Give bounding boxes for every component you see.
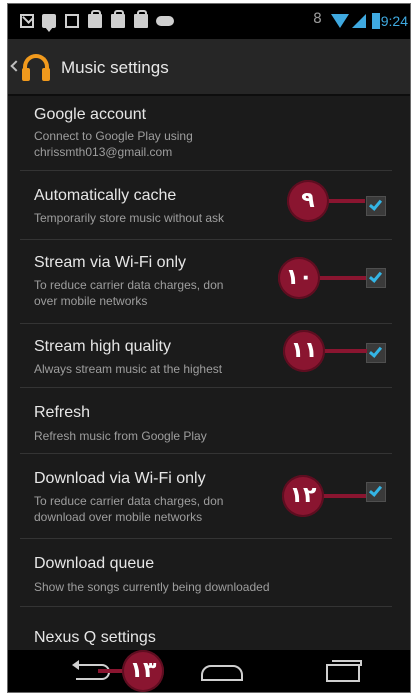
gmail-icon bbox=[20, 14, 34, 28]
callout-12: ١٢ bbox=[282, 475, 366, 517]
callout-13-badge: ١٣ bbox=[122, 650, 164, 692]
setting-title: Stream high quality bbox=[34, 338, 171, 355]
setting-subtitle: Refresh music from Google Play bbox=[34, 429, 207, 443]
headphones-icon bbox=[22, 54, 50, 82]
setting-subtitle: Connect to Google Play using chrissmth01… bbox=[34, 129, 193, 159]
action-bar: Music settings bbox=[8, 39, 410, 96]
play-store-icon bbox=[134, 10, 148, 28]
checkmark-icon bbox=[368, 269, 383, 283]
setting-title: Nexus Q settings bbox=[34, 629, 156, 646]
callout-11-badge: ١١ bbox=[283, 330, 325, 372]
home-icon[interactable] bbox=[201, 665, 243, 681]
signal-icon bbox=[352, 14, 366, 28]
callout-10-badge: ١٠ bbox=[278, 257, 320, 299]
setting-subtitle: Show the songs currently being downloade… bbox=[34, 580, 270, 594]
wifi-icon bbox=[331, 14, 349, 28]
stream-wifi-only-checkbox[interactable] bbox=[366, 268, 386, 288]
status-time: 9:24 bbox=[380, 13, 408, 29]
callout-9-badge: ٩ bbox=[287, 180, 329, 222]
callout-13: ١٣ bbox=[98, 650, 168, 692]
download-wifi-only-checkbox[interactable] bbox=[366, 482, 386, 502]
setting-title: Google account bbox=[34, 106, 147, 123]
chevron-left-icon bbox=[10, 60, 22, 72]
recent-apps-icon[interactable] bbox=[326, 660, 362, 682]
talk-icon bbox=[42, 14, 56, 32]
checkmark-icon bbox=[368, 344, 383, 358]
checkmark-icon bbox=[368, 483, 383, 497]
setting-refresh[interactable]: Refresh Refresh music from Google Play bbox=[20, 390, 392, 454]
phone-screen: 8 9:24 Music settings Google account Con… bbox=[7, 3, 411, 693]
checkmark-icon bbox=[368, 197, 383, 211]
game-controller-icon bbox=[156, 16, 174, 26]
page-title: Music settings bbox=[61, 58, 169, 77]
stream-high-quality-checkbox[interactable] bbox=[366, 343, 386, 363]
setting-download-queue[interactable]: Download queue Show the songs currently … bbox=[20, 541, 392, 607]
play-store-icon bbox=[111, 10, 125, 28]
status-bar: 8 9:24 bbox=[8, 4, 410, 39]
play-store-icon bbox=[88, 10, 102, 28]
setting-google-account[interactable]: Google account Connect to Google Play us… bbox=[20, 98, 392, 171]
navigation-bar bbox=[8, 650, 410, 692]
setting-title: Automatically cache bbox=[34, 187, 177, 204]
setting-title: Stream via Wi-Fi only bbox=[34, 254, 187, 271]
automatically-cache-checkbox[interactable] bbox=[366, 196, 386, 216]
setting-title: Download via Wi-Fi only bbox=[34, 470, 206, 487]
up-button[interactable] bbox=[8, 39, 56, 96]
setting-title: Refresh bbox=[34, 404, 91, 421]
callout-10: ١٠ bbox=[278, 257, 366, 299]
callout-9: ٩ bbox=[287, 180, 365, 222]
document-icon bbox=[65, 14, 79, 28]
callout-11: ١١ bbox=[283, 330, 367, 372]
callout-12-badge: ١٢ bbox=[282, 475, 324, 517]
setting-title: Download queue bbox=[34, 555, 155, 572]
setting-nexus-q[interactable]: Nexus Q settings bbox=[20, 609, 392, 649]
bluetooth-icon: 8 bbox=[313, 11, 322, 27]
battery-icon bbox=[372, 13, 380, 29]
